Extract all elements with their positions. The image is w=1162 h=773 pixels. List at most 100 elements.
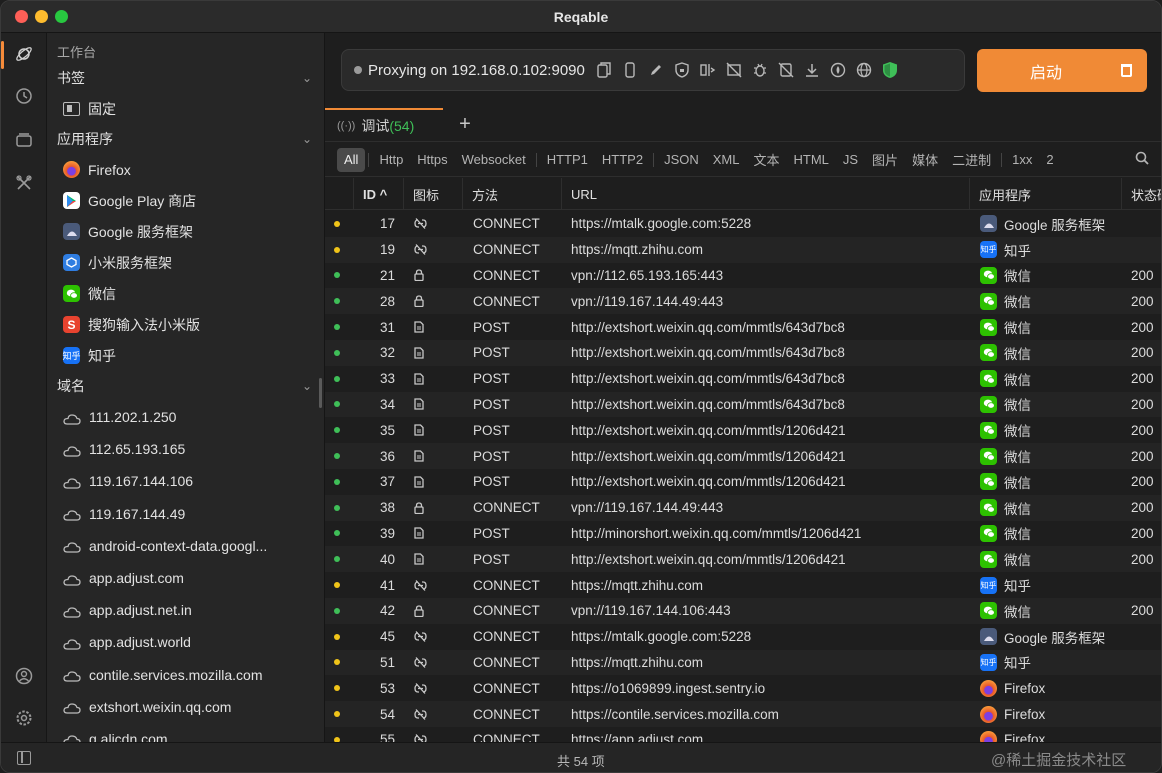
column-status[interactable]: 状态码: [1121, 178, 1161, 210]
bookmarks-section-header[interactable]: 书签 ⌄: [47, 63, 324, 93]
status-dot: [334, 582, 340, 589]
table-row[interactable]: 32 POST http://extshort.weixin.qq.com/mmtl…: [325, 340, 1161, 366]
collections-icon[interactable]: [9, 125, 39, 155]
sidebar-item-domain[interactable]: 119.167.144.106: [47, 465, 324, 497]
block-image-icon[interactable]: [721, 57, 747, 83]
table-row[interactable]: 45 CONNECT https://mtalk.google.com:5228 Go…: [325, 624, 1161, 650]
table-row[interactable]: 51 CONNECT https://mqtt.zhihu.com 知乎 知乎: [325, 649, 1161, 676]
table-row[interactable]: 34 POST http://extshort.weixin.qq.com/mmtl…: [325, 391, 1161, 418]
sidebar-item-app[interactable]: 知乎 知乎: [47, 340, 324, 371]
table-row[interactable]: 42 CONNECT vpn://119.167.144.106:443 微信 200: [325, 598, 1161, 624]
history-icon[interactable]: [9, 81, 39, 111]
sidebar-item-app[interactable]: S 搜狗输入法小米版: [47, 309, 324, 340]
sidebar-item-label: 119.167.144.106: [89, 473, 194, 490]
table-row[interactable]: 38 CONNECT vpn://119.167.144.49:443 微信 200: [325, 494, 1161, 521]
table-row[interactable]: 21 CONNECT vpn://112.65.193.165:443 微信 200: [325, 263, 1161, 289]
workbench-icon[interactable]: [9, 39, 39, 69]
sidebar-item-pinned[interactable]: 固定: [47, 93, 324, 124]
table-row[interactable]: 41 CONNECT https://mqtt.zhihu.com 知乎 知乎: [325, 572, 1161, 598]
doc-icon: [414, 340, 434, 366]
sidebar-resize-handle[interactable]: [319, 378, 322, 408]
edit-pencil-icon[interactable]: [643, 57, 669, 83]
firefox-icon: [980, 705, 997, 723]
column-id[interactable]: ID ^: [353, 178, 403, 210]
sidebar-toggle-icon[interactable]: [17, 751, 31, 765]
sidebar-item-app[interactable]: 微信: [47, 278, 324, 309]
filter-chip[interactable]: 1xx: [1005, 148, 1039, 172]
table-row[interactable]: 28 CONNECT vpn://119.167.144.49:443 微信 200: [325, 288, 1161, 315]
filter-chip[interactable]: 文本: [746, 148, 786, 172]
table-row[interactable]: 55 CONNECT https://app.adjust.com Firefox: [325, 727, 1161, 742]
table-row[interactable]: 36 POST http://extshort.weixin.qq.com/mmtl…: [325, 443, 1161, 469]
sidebar-item-app[interactable]: Google Play 商店: [47, 185, 324, 216]
table-row[interactable]: 53 CONNECT https://o1069899.ingest.sentry.…: [325, 675, 1161, 701]
sidebar-item-domain[interactable]: 112.65.193.165: [47, 433, 324, 465]
table-row[interactable]: 35 POST http://extshort.weixin.qq.com/mmtl…: [325, 417, 1161, 443]
filter-chip[interactable]: Websocket: [455, 148, 533, 172]
table-row[interactable]: 54 CONNECT https://contile.services.mozill…: [325, 701, 1161, 727]
table-row[interactable]: 33 POST http://extshort.weixin.qq.com/mmtl…: [325, 366, 1161, 392]
cell-status: 200: [1131, 345, 1154, 361]
table-row[interactable]: 40 POST http://extshort.weixin.qq.com/mmtl…: [325, 546, 1161, 573]
mobile-icon[interactable]: [617, 57, 643, 83]
sidebar-item-domain[interactable]: app.adjust.world: [47, 626, 324, 658]
trash-icon[interactable]: [1105, 49, 1147, 92]
filter-chip[interactable]: 图片: [865, 148, 905, 172]
filter-chip[interactable]: HTTP1: [540, 148, 595, 172]
sidebar-item-app[interactable]: Firefox: [47, 154, 324, 185]
download-icon[interactable]: [799, 57, 825, 83]
sidebar-item-domain[interactable]: contile.services.mozilla.com: [47, 659, 324, 691]
filter-chip[interactable]: JSON: [657, 148, 706, 172]
column-method[interactable]: 方法: [462, 178, 561, 210]
bug-icon[interactable]: [747, 57, 773, 83]
filter-chip[interactable]: HTTP2: [595, 148, 650, 172]
filter-chip[interactable]: 2: [1039, 148, 1060, 172]
app-name: 微信: [1004, 553, 1031, 569]
filter-chip[interactable]: 媒体: [905, 148, 945, 172]
filter-chip[interactable]: Https: [410, 148, 454, 172]
table-row[interactable]: 39 POST http://minorshort.weixin.qq.com/mm…: [325, 521, 1161, 547]
search-icon[interactable]: [1135, 151, 1149, 168]
filter-chip[interactable]: 二进制: [945, 148, 998, 172]
sidebar-item-domain[interactable]: 119.167.144.49: [47, 498, 324, 530]
script-icon[interactable]: [773, 57, 799, 83]
account-icon[interactable]: [9, 661, 39, 691]
copy-icon[interactable]: [591, 57, 617, 83]
column-icon[interactable]: 图标: [403, 178, 462, 210]
throttle-icon[interactable]: [825, 57, 851, 83]
sidebar-item-domain[interactable]: android-context-data.googl...: [47, 530, 324, 562]
sidebar-item-app[interactable]: 小米服务框架: [47, 247, 324, 278]
sidebar-item-domain[interactable]: app.adjust.net.in: [47, 594, 324, 626]
table-row[interactable]: 17 CONNECT https://mtalk.google.com:5228 Go…: [325, 211, 1161, 237]
globe-icon[interactable]: [851, 57, 877, 83]
column-url[interactable]: URL: [561, 178, 969, 210]
cell-app: 微信: [980, 314, 1120, 340]
column-app[interactable]: 应用程序: [969, 178, 1121, 210]
domains-section-header[interactable]: 域名 ⌄: [47, 371, 324, 401]
ssl-shield-icon[interactable]: [877, 57, 903, 83]
apps-section-header[interactable]: 应用程序 ⌄: [47, 124, 324, 154]
filter-chip[interactable]: All: [337, 147, 366, 172]
certificate-icon[interactable]: [669, 57, 695, 83]
table-row[interactable]: 37 POST http://extshort.weixin.qq.com/mmtl…: [325, 469, 1161, 495]
sidebar-item-domain[interactable]: app.adjust.com: [47, 562, 324, 594]
filter-chip[interactable]: HTML: [786, 148, 835, 172]
tools-icon[interactable]: [9, 168, 39, 198]
filter-chip[interactable]: Http: [372, 148, 410, 172]
tab-debug[interactable]: ((·)) 调试 (54): [325, 108, 443, 142]
settings-gear-icon[interactable]: [9, 703, 39, 733]
breakpoint-icon[interactable]: [695, 57, 721, 83]
start-button[interactable]: 启动: [977, 49, 1147, 92]
sidebar-item-domain[interactable]: 111.202.1.250: [47, 401, 324, 433]
sidebar-item-app[interactable]: Google 服务框架: [47, 216, 324, 247]
add-tab-button[interactable]: +: [453, 112, 477, 136]
status-dot: [334, 349, 340, 356]
filter-chip[interactable]: JS: [836, 148, 865, 172]
table-row[interactable]: 31 POST http://extshort.weixin.qq.com/mmtl…: [325, 314, 1161, 340]
table-row[interactable]: 19 CONNECT https://mqtt.zhihu.com 知乎 知乎: [325, 236, 1161, 263]
filter-chip[interactable]: XML: [706, 148, 747, 172]
unlink-icon: [414, 624, 434, 650]
sidebar-item-domain[interactable]: g.alicdn.com: [47, 723, 324, 742]
status-dot-cell: [334, 314, 348, 340]
sidebar-item-domain[interactable]: extshort.weixin.qq.com: [47, 691, 324, 723]
